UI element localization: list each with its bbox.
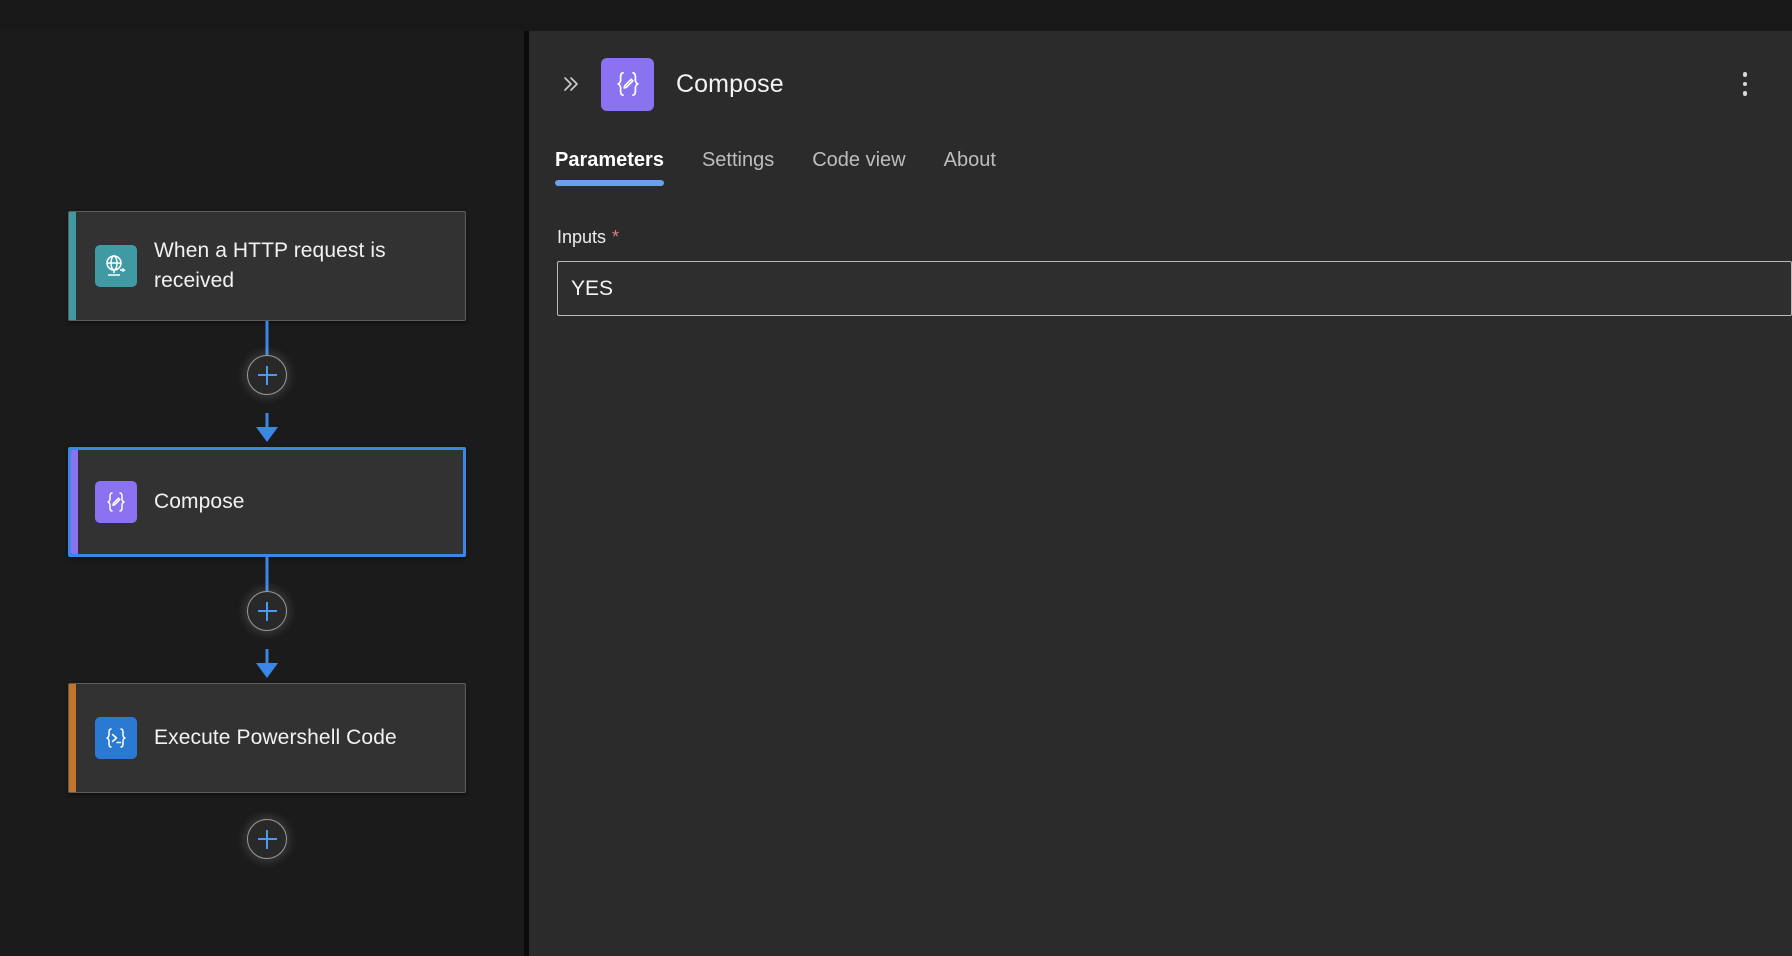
tab-parameters[interactable]: Parameters [555, 147, 683, 189]
add-step-button[interactable] [247, 819, 287, 859]
action-details-panel: Compose Parameters Settings Code view Ab… [529, 31, 1792, 956]
designer-body: When a HTTP request is received Compose … [0, 31, 1792, 956]
workflow-node-http-trigger[interactable]: When a HTTP request is received [68, 211, 466, 321]
node-label: Compose [154, 490, 245, 513]
node-accent-bar [71, 450, 78, 554]
inputs-field[interactable]: YES [557, 261, 1792, 316]
node-label: When a HTTP request is received [154, 239, 386, 292]
connector-arrowhead [256, 427, 278, 442]
workflow-graph: When a HTTP request is received Compose … [68, 211, 468, 889]
workflow-node-compose[interactable]: Compose [68, 447, 466, 557]
braces-pencil-icon [601, 57, 654, 111]
node-accent-bar [69, 684, 76, 792]
tab-settings[interactable]: Settings [683, 147, 793, 189]
tab-about[interactable]: About [925, 147, 1015, 189]
add-step-button[interactable] [247, 355, 287, 395]
logic-app-designer: When a HTTP request is received Compose … [0, 0, 1792, 956]
node-accent-bar [69, 212, 76, 320]
connector-line [265, 557, 269, 591]
connector-arrowhead [256, 663, 278, 678]
parameters-form: Inputs * YES [529, 189, 1792, 956]
kebab-dot [1742, 91, 1748, 96]
field-label-text: Inputs [557, 227, 607, 247]
connector-2 [68, 557, 466, 683]
connector-line [265, 321, 269, 355]
required-marker: * [612, 227, 620, 247]
more-vertical-icon[interactable] [1728, 64, 1762, 104]
connector-1 [68, 321, 466, 447]
panel-header: Compose [529, 31, 1792, 115]
kebab-dot [1742, 72, 1748, 77]
page-title: Compose [676, 70, 784, 98]
inputs-field-value: YES [571, 276, 614, 300]
inputs-field-label: Inputs * [557, 225, 1764, 249]
globe-arrow-icon [95, 245, 137, 287]
braces-terminal-icon [95, 717, 137, 759]
add-step-button[interactable] [247, 591, 287, 631]
panel-tabs: Parameters Settings Code view About [529, 115, 1792, 189]
braces-pencil-icon [95, 481, 137, 523]
tab-code-view[interactable]: Code view [793, 147, 924, 189]
kebab-dot [1742, 81, 1748, 87]
connector-tail [68, 793, 466, 889]
workflow-node-execute-powershell-code[interactable]: Execute Powershell Code [68, 683, 466, 793]
workflow-canvas[interactable]: When a HTTP request is received Compose … [0, 31, 524, 956]
chevron-double-right-icon[interactable] [555, 69, 585, 99]
window-top-bar [0, 0, 1792, 31]
node-label: Execute Powershell Code [154, 726, 397, 749]
